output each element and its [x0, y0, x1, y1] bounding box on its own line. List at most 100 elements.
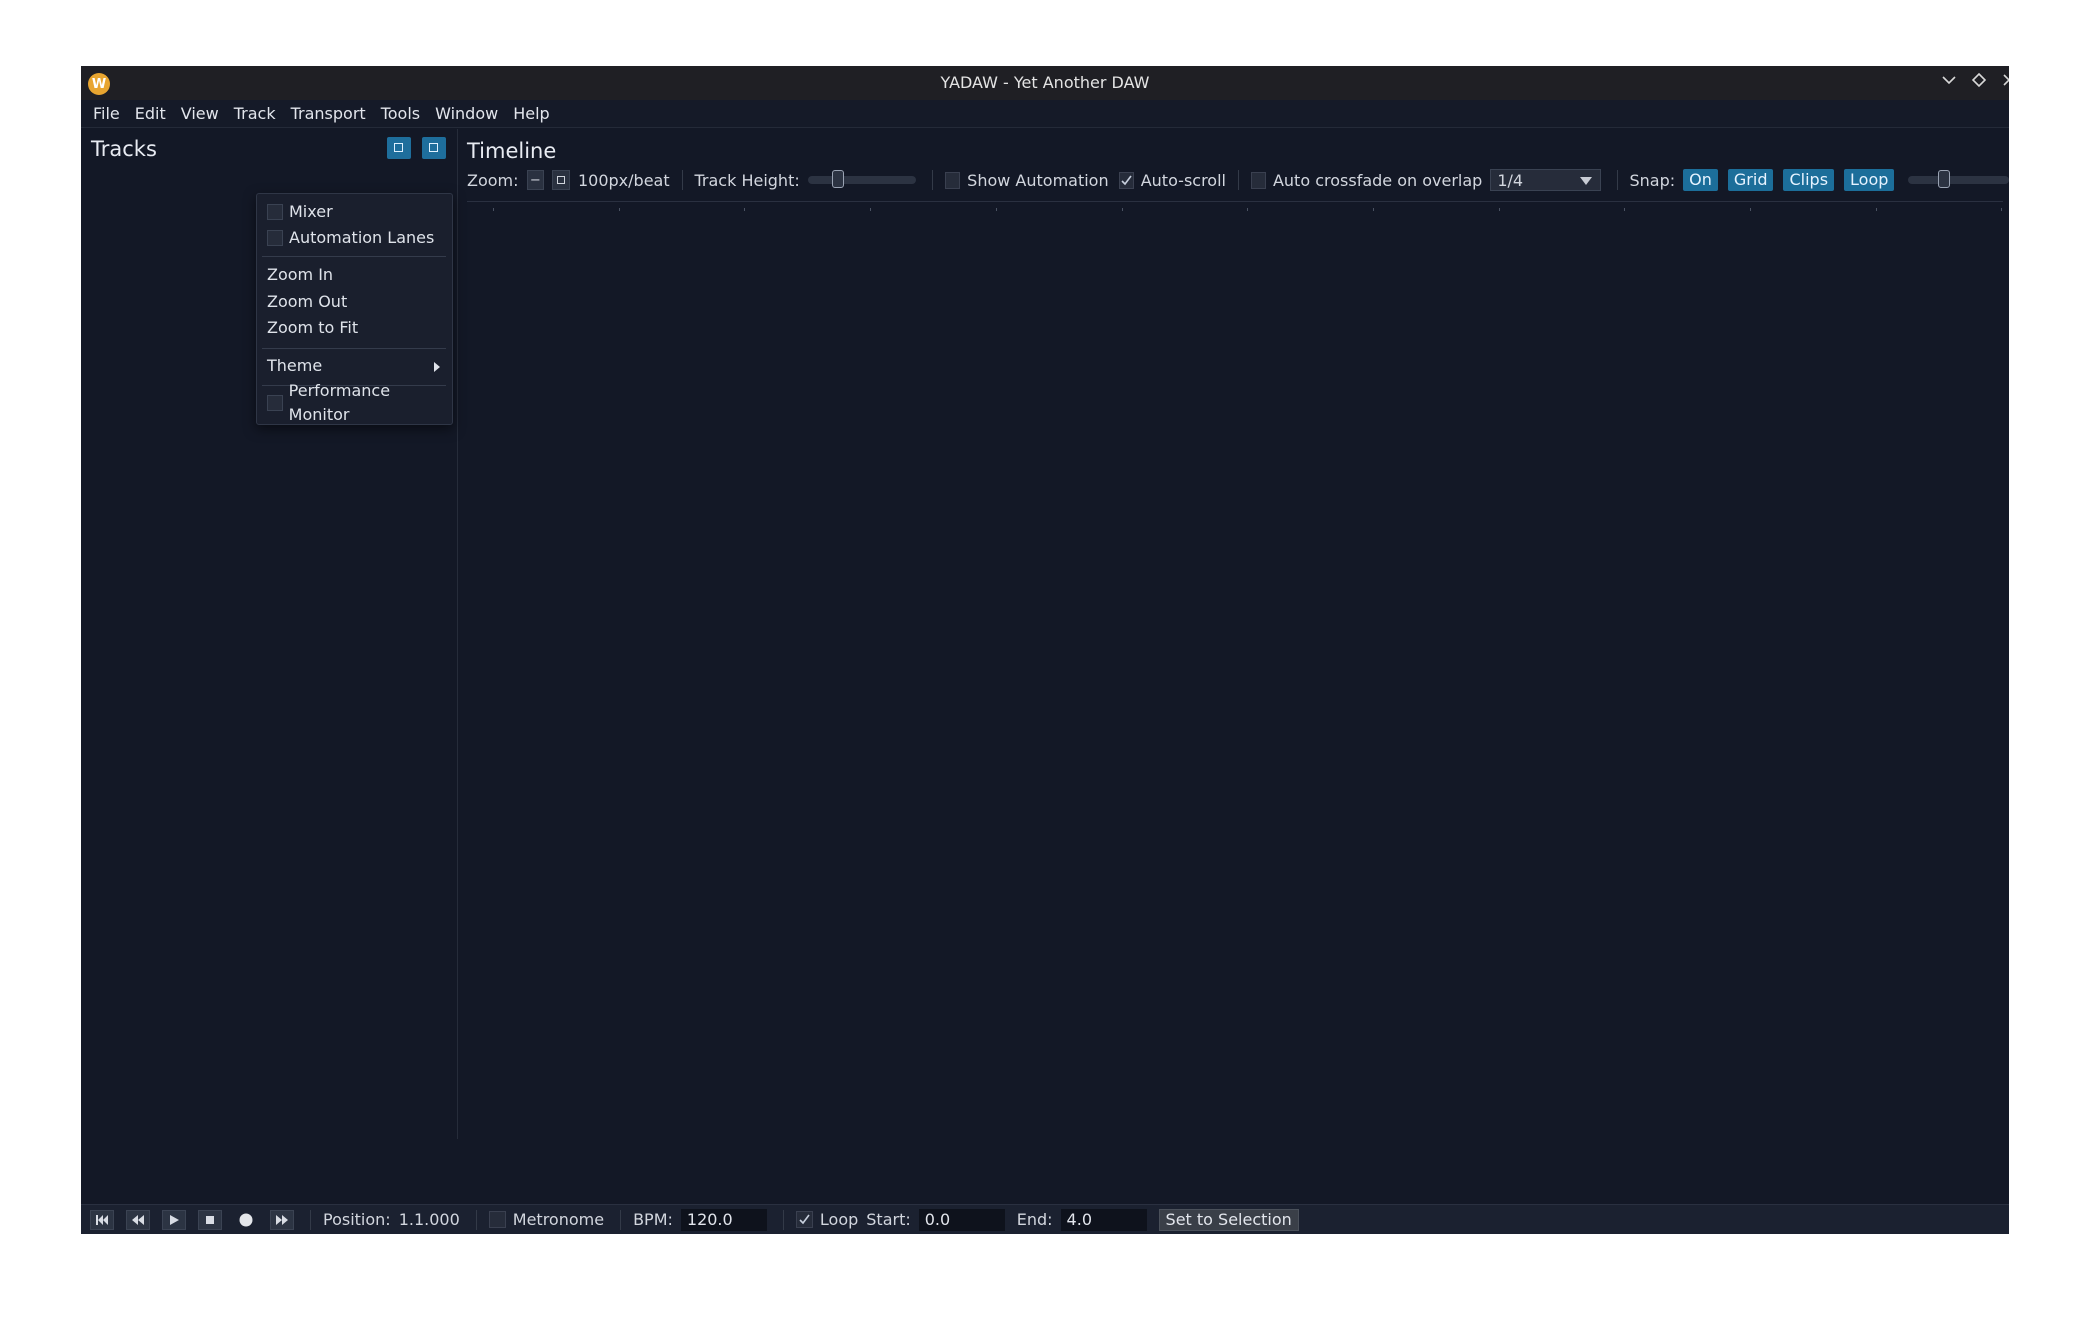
show-automation-label: Show Automation	[967, 170, 1109, 190]
ruler-tick	[1875, 208, 1877, 211]
loop-end-input[interactable]: 4.0	[1060, 1208, 1147, 1231]
rewind-icon	[132, 1214, 144, 1225]
menu-track[interactable]: Track	[234, 102, 276, 125]
ruler-tick	[1121, 208, 1123, 211]
zoom-in-label: Zoom In	[267, 265, 334, 284]
rewind-button[interactable]	[126, 1209, 150, 1230]
performance-monitor-label: Performance Monitor	[288, 381, 391, 424]
divider	[475, 1209, 477, 1230]
ruler-tick	[1624, 208, 1626, 211]
performance-monitor-checkbox[interactable]	[267, 395, 283, 411]
window-title: YADAW - Yet Another DAW	[940, 73, 1150, 92]
divider	[782, 1209, 784, 1230]
loop-label: Loop	[819, 1210, 859, 1229]
mixer-label: Mixer	[289, 202, 333, 221]
menu-view[interactable]: View	[181, 102, 219, 125]
theme-label: Theme	[267, 356, 323, 375]
title-bar[interactable]: W YADAW - Yet Another DAW	[81, 66, 2009, 100]
square-icon	[394, 143, 403, 152]
snap-label: Snap:	[1629, 170, 1676, 190]
view-menu-mixer[interactable]: Mixer	[267, 200, 333, 224]
menu-tools[interactable]: Tools	[381, 102, 420, 125]
checkmark-icon	[1121, 175, 1132, 185]
snap-clips-button[interactable]: Clips	[1783, 169, 1835, 191]
tracks-toolbar-button-2[interactable]	[422, 137, 446, 159]
show-automation-checkbox[interactable]	[945, 171, 961, 189]
metronome-checkbox[interactable]	[488, 1211, 506, 1228]
zoom-value: 100px/beat	[577, 170, 670, 190]
loop-checkbox[interactable]	[795, 1211, 813, 1228]
slider-handle[interactable]	[831, 170, 844, 188]
play-button[interactable]	[162, 1209, 186, 1230]
view-menu-performance-monitor[interactable]: Performance Monitor	[267, 381, 452, 424]
maximize-icon[interactable]	[1968, 72, 1990, 94]
timeline-ruler[interactable]	[467, 201, 2003, 202]
position-value: 1.1.000	[398, 1210, 460, 1229]
view-menu-theme[interactable]: Theme	[267, 354, 442, 378]
snap-grid-button[interactable]: Grid	[1727, 169, 1774, 191]
zoom-label: Zoom:	[467, 170, 519, 190]
record-button[interactable]	[234, 1210, 258, 1230]
zoom-out-button[interactable]: −	[526, 170, 545, 190]
loop-start-label: Start:	[866, 1210, 911, 1229]
tracks-title: Tracks	[91, 137, 157, 161]
ruler-tick	[618, 208, 620, 211]
automation-lanes-label: Automation Lanes	[289, 228, 435, 247]
ruler-tick	[2001, 208, 2003, 211]
menu-help[interactable]: Help	[513, 102, 549, 125]
fast-forward-button[interactable]	[270, 1209, 294, 1230]
transport-bar: Position: 1.1.000 Metronome BPM: 120.0 L…	[81, 1204, 2009, 1234]
mixer-checkbox[interactable]	[267, 204, 283, 220]
metronome-label: Metronome	[512, 1210, 605, 1229]
menu-edit[interactable]: Edit	[135, 102, 166, 125]
ruler-tick	[1247, 208, 1249, 211]
timeline-toolbar: Zoom: − 100px/beat Track Height: Show Au…	[467, 166, 2009, 194]
automation-lanes-checkbox[interactable]	[267, 230, 283, 246]
set-to-selection-button[interactable]: Set to Selection	[1158, 1208, 1299, 1231]
track-height-slider[interactable]	[807, 170, 917, 188]
bpm-input[interactable]: 120.0	[680, 1208, 767, 1231]
loop-start-input[interactable]: 0.0	[918, 1208, 1005, 1231]
auto-scroll-label: Auto-scroll	[1140, 170, 1226, 190]
ruler-tick	[995, 208, 997, 211]
view-menu-zoom-to-fit[interactable]: Zoom to Fit	[267, 316, 358, 340]
record-icon	[239, 1213, 253, 1226]
auto-crossfade-checkbox[interactable]	[1250, 171, 1266, 189]
skip-to-start-button[interactable]	[90, 1209, 114, 1230]
divider	[1237, 170, 1239, 190]
minimize-icon[interactable]	[1938, 72, 1960, 94]
close-icon[interactable]	[1998, 72, 2009, 94]
grid-size-select[interactable]: 1/4	[1490, 169, 1601, 191]
app-window: W YADAW - Yet Another DAW File Edit View…	[81, 66, 2009, 1234]
grid-size-value: 1/4	[1497, 170, 1524, 190]
ruler-tick	[1498, 208, 1500, 211]
zoom-reset-button[interactable]	[552, 170, 570, 190]
square-icon	[429, 143, 438, 152]
view-menu-zoom-out[interactable]: Zoom Out	[267, 290, 347, 314]
chevron-right-icon	[434, 362, 440, 372]
menu-divider	[262, 256, 446, 257]
menu-transport[interactable]: Transport	[291, 102, 366, 125]
play-icon	[170, 1214, 179, 1225]
divider	[932, 170, 934, 190]
square-icon	[557, 176, 566, 184]
horizontal-zoom-slider[interactable]	[1908, 170, 2009, 188]
tracks-toolbar-button-1[interactable]	[387, 137, 411, 159]
view-menu-automation-lanes[interactable]: Automation Lanes	[267, 226, 434, 250]
auto-scroll-checkbox[interactable]	[1118, 171, 1134, 189]
ruler-tick	[744, 208, 746, 211]
bpm-label: BPM:	[633, 1210, 673, 1229]
ruler-tick	[493, 208, 494, 211]
snap-on-button[interactable]: On	[1683, 169, 1718, 191]
stop-button[interactable]	[198, 1209, 222, 1230]
loop-end-label: End:	[1016, 1210, 1053, 1229]
menu-file[interactable]: File	[93, 102, 120, 125]
skip-back-icon	[96, 1214, 108, 1225]
view-menu-zoom-in[interactable]: Zoom In	[267, 263, 333, 287]
menu-window[interactable]: Window	[435, 102, 498, 125]
zoom-out-label: Zoom Out	[267, 292, 348, 311]
snap-loop-button[interactable]: Loop	[1844, 169, 1895, 191]
divider	[681, 170, 683, 190]
slider-handle[interactable]	[1937, 170, 1950, 188]
menu-bar: File Edit View Track Transport Tools Win…	[81, 100, 2009, 128]
